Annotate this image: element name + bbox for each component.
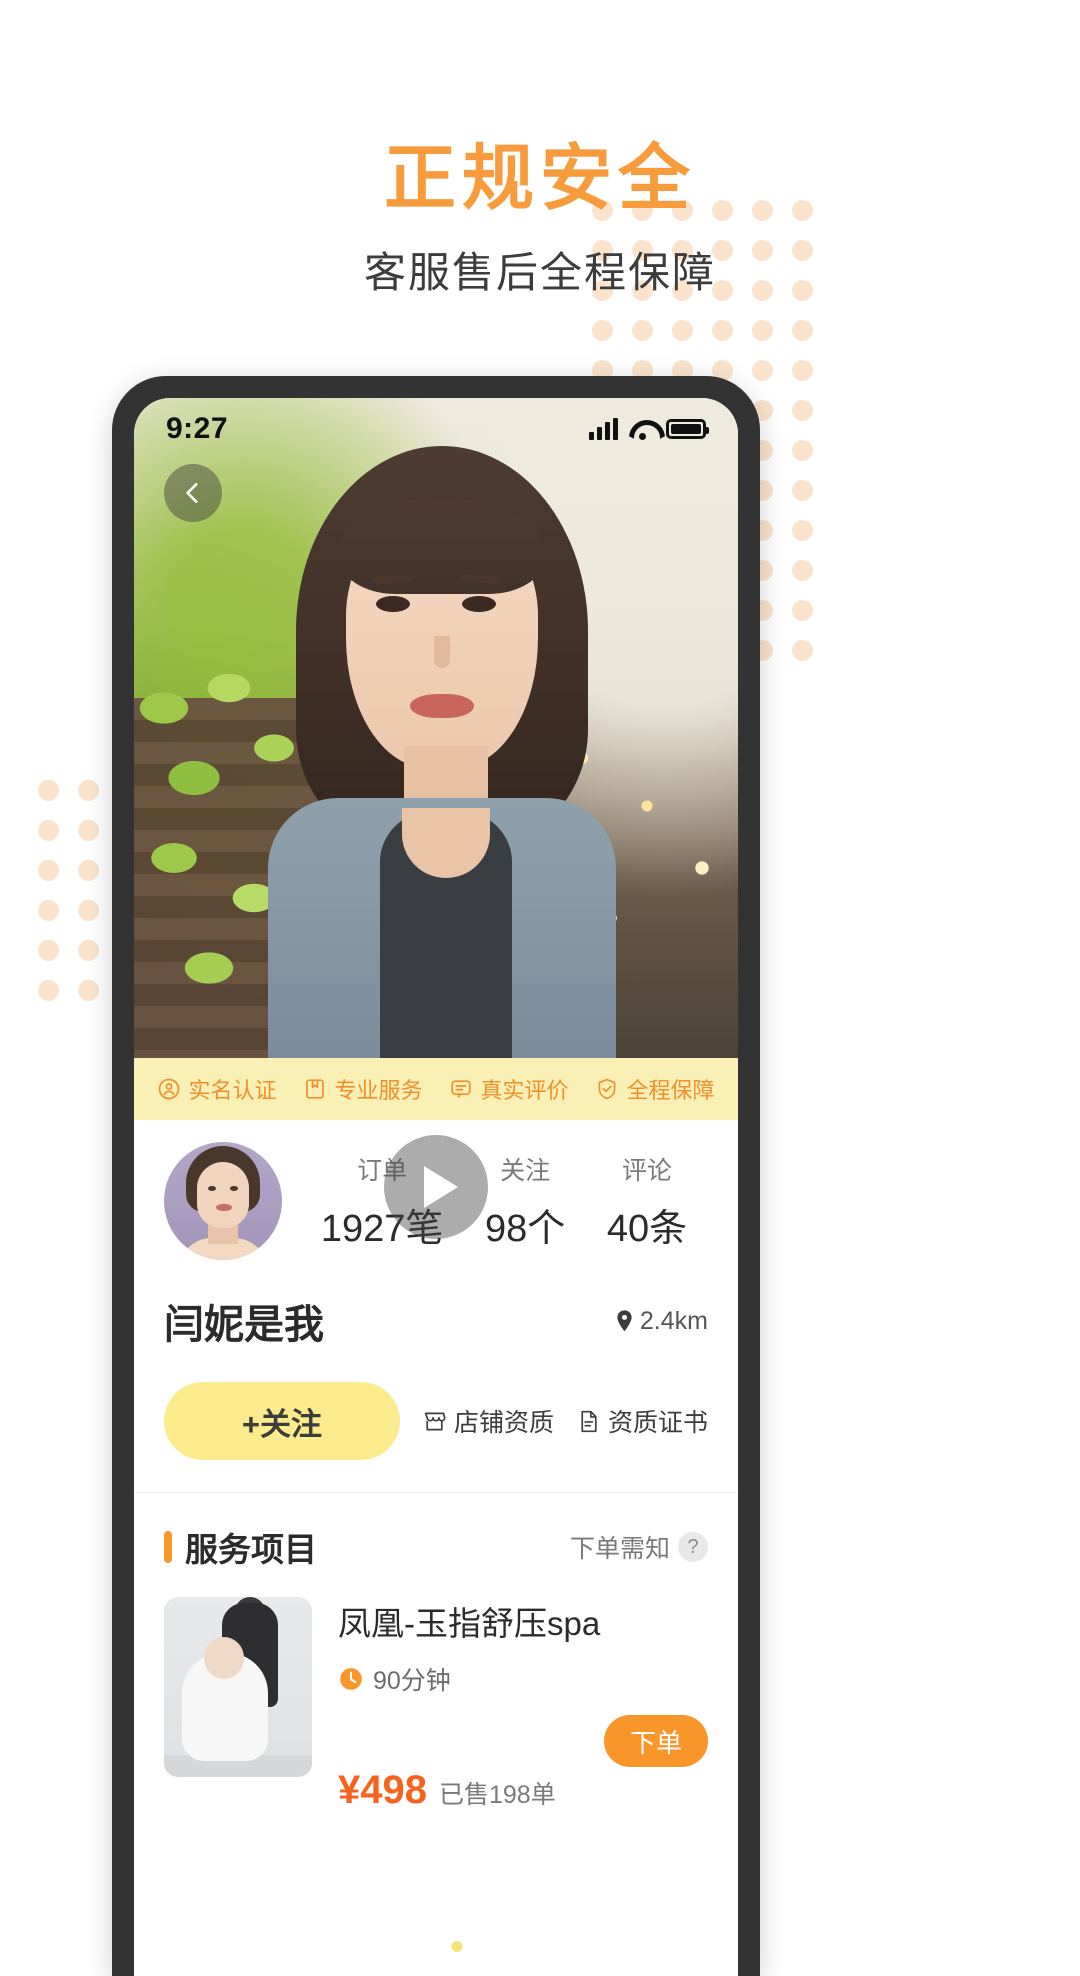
badge-label: 全程保障 xyxy=(626,1078,715,1103)
status-bar: 9:27 xyxy=(134,398,738,460)
order-notice-label: 下单需知 xyxy=(569,1535,670,1563)
product-info: 凤凰-玉指舒压spa 90分钟 ¥498 已售198单 下单 xyxy=(338,1597,708,1813)
accent-bar xyxy=(164,1531,172,1563)
distance-value: 2.4km xyxy=(639,1306,708,1335)
product-price-row: ¥498 已售198单 下单 xyxy=(338,1715,708,1813)
distance-indicator: 2.4km xyxy=(615,1307,708,1336)
badge-label: 真实评价 xyxy=(480,1078,569,1103)
carousel-dot-active[interactable] xyxy=(451,1941,463,1952)
shop-icon xyxy=(424,1412,446,1430)
stat-label: 评论 xyxy=(622,1156,673,1185)
product-sold-count: 已售198单 xyxy=(438,1781,556,1809)
chevron-left-icon xyxy=(186,483,198,503)
shop-qualification-link[interactable]: 店铺资质 xyxy=(422,1403,554,1439)
stat-follows[interactable]: 关注 98个 xyxy=(485,1151,565,1252)
play-icon xyxy=(423,1166,458,1208)
profile-actions: +关注 店铺资质 资质证书 xyxy=(164,1382,708,1460)
link-label: 资质证书 xyxy=(607,1409,708,1437)
order-button[interactable]: 下单 xyxy=(604,1715,708,1767)
promo-headline: 正规安全 xyxy=(383,139,696,219)
wifi-icon xyxy=(629,419,655,440)
order-notice-link[interactable]: 下单需知 ? xyxy=(570,1529,708,1565)
shop-name-row: 闫妮是我 2.4km xyxy=(164,1292,708,1350)
shop-name: 闫妮是我 xyxy=(164,1303,324,1347)
signal-bars-icon xyxy=(589,418,618,440)
service-section-header: 服务项目 下单需知 ? xyxy=(164,1523,708,1571)
status-time: 9:27 xyxy=(166,412,229,445)
product-thumbnail xyxy=(164,1597,312,1777)
back-button[interactable] xyxy=(164,464,222,522)
bookmark-icon xyxy=(306,1079,325,1099)
stat-reviews[interactable]: 评论 40条 xyxy=(607,1151,687,1252)
badge-professional[interactable]: 专业服务 xyxy=(303,1073,423,1105)
product-title: 凤凰-玉指舒压spa xyxy=(338,1605,601,1642)
battery-icon xyxy=(666,419,709,439)
certificate-icon xyxy=(581,1410,597,1432)
service-section-title: 服务项目 xyxy=(185,1531,317,1568)
status-icons xyxy=(589,418,709,440)
badge-label: 专业服务 xyxy=(334,1078,423,1103)
avatar[interactable] xyxy=(164,1142,282,1260)
play-button[interactable] xyxy=(384,1135,488,1239)
stat-value: 98个 xyxy=(484,1207,566,1250)
product-price: ¥498 xyxy=(338,1768,427,1812)
promo-header: 正规安全 客服售后全程保障 xyxy=(0,139,1080,300)
product-card[interactable]: 凤凰-玉指舒压spa 90分钟 ¥498 已售198单 下单 xyxy=(164,1597,708,1813)
shield-check-icon xyxy=(599,1078,616,1100)
phone-screen: 9:27 实名认证 专业服务 真实评价 全程保障 订单 1927笔 关注 98个… xyxy=(134,398,738,1976)
clock-icon xyxy=(340,1668,362,1690)
carousel-dot[interactable] xyxy=(409,1941,421,1952)
badge-real-review[interactable]: 真实评价 xyxy=(449,1073,569,1105)
profile-stats: 订单 1927笔 关注 98个 评论 40条 xyxy=(282,1151,708,1252)
stat-value: 40条 xyxy=(606,1207,688,1250)
link-label: 店铺资质 xyxy=(453,1409,554,1437)
badge-full-guarantee[interactable]: 全程保障 xyxy=(595,1073,715,1105)
carousel-indicator[interactable] xyxy=(409,1941,463,1952)
badge-label: 实名认证 xyxy=(188,1078,277,1103)
certificate-link[interactable]: 资质证书 xyxy=(576,1403,708,1439)
phone-mockup: 9:27 实名认证 专业服务 真实评价 全程保障 订单 1927笔 关注 98个… xyxy=(112,376,760,1976)
price-group: ¥498 已售198单 xyxy=(338,1768,556,1813)
user-verified-icon xyxy=(159,1078,180,1100)
section-divider xyxy=(134,1492,738,1493)
follow-button[interactable]: +关注 xyxy=(164,1382,400,1460)
location-pin-icon xyxy=(617,1310,632,1332)
hero-video[interactable] xyxy=(134,398,738,1058)
trust-badge-strip: 实名认证 专业服务 真实评价 全程保障 xyxy=(134,1058,738,1120)
badge-real-name[interactable]: 实名认证 xyxy=(157,1073,277,1105)
carousel-dot[interactable] xyxy=(430,1941,442,1952)
promo-subheadline: 客服售后全程保障 xyxy=(363,249,716,297)
product-duration: 90分钟 xyxy=(338,1661,708,1697)
hero-portrait xyxy=(262,446,622,1058)
stat-label: 关注 xyxy=(500,1156,551,1185)
service-title-group: 服务项目 xyxy=(164,1523,317,1571)
duration-label: 90分钟 xyxy=(373,1667,451,1695)
question-mark-icon[interactable]: ? xyxy=(678,1532,708,1562)
comment-icon xyxy=(451,1080,472,1098)
